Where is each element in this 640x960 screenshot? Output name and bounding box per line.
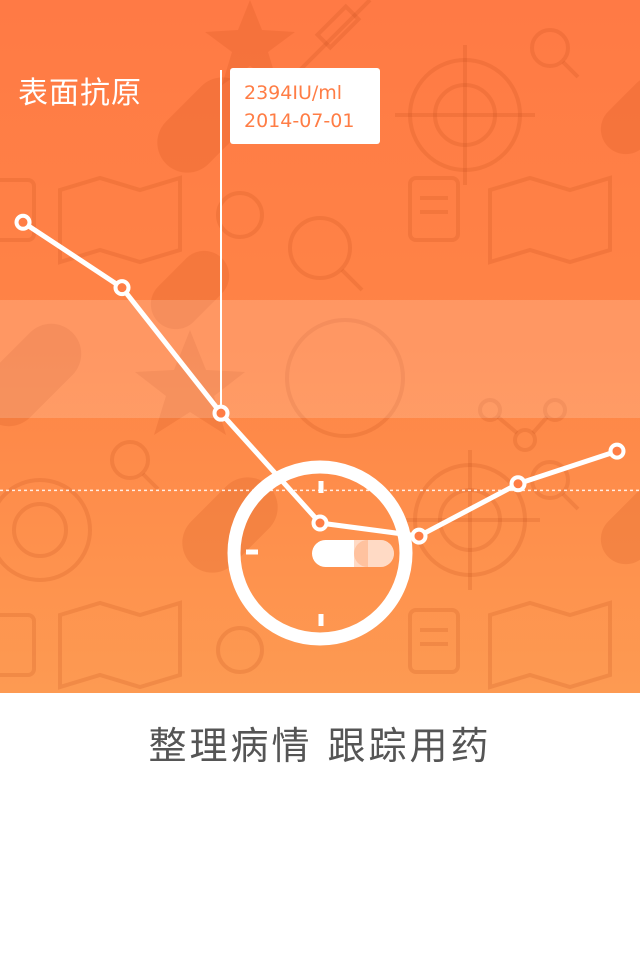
caption-text: 整理病情 跟踪用药 xyxy=(148,724,492,768)
clock-with-pill-icon xyxy=(227,460,413,646)
pill-hand-half xyxy=(354,540,368,567)
hero-panel: 表面抗原 2394IU/ml 2014-07-01 xyxy=(0,0,640,693)
